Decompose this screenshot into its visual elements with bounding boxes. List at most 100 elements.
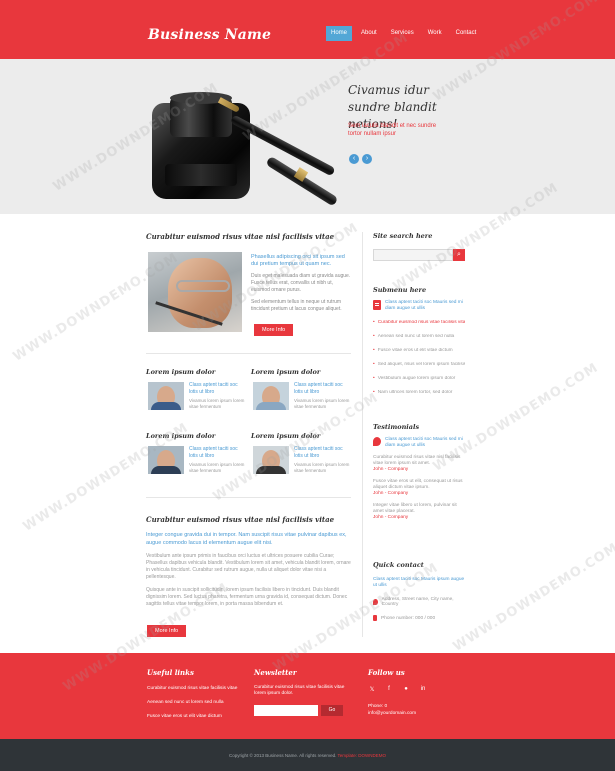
site-footer: Useful links Curabitur euismod risus vit… <box>0 653 615 739</box>
footer-follow: Follow us 𝕏 f ● in Phone: 0 info@yourdom… <box>368 668 427 717</box>
phone-icon <box>373 615 377 621</box>
nav-home[interactable]: Home <box>326 26 353 41</box>
footer-link[interactable]: Fusce vitae eros ut elit vitae dictum <box>147 714 237 719</box>
article-title: Curabitur euismod risus vitae nisl facil… <box>146 515 335 524</box>
testimonial-text: Integer vitae libero ut lorem, pulvinar … <box>373 503 457 514</box>
search-form: ⌕ <box>373 249 465 261</box>
social-links: 𝕏 f ● in <box>368 686 427 693</box>
facebook-icon[interactable]: f <box>385 686 393 693</box>
document-icon <box>373 300 381 310</box>
article-more-button[interactable]: More Info <box>147 625 187 637</box>
watermark: WWW.DOWNDEMO.COM <box>450 540 615 655</box>
testimonial-author[interactable]: John - Company <box>373 515 465 521</box>
copyright: Copyright © 2013 Business Name. All righ… <box>0 753 615 758</box>
testimonial: Curabitur euismod risus vitae nisl facil… <box>373 455 465 473</box>
nav-services[interactable]: Services <box>386 26 419 41</box>
contact-title: Quick contact <box>373 561 424 569</box>
footer-title: Newsletter <box>254 668 297 677</box>
testimonials-block: Testimonials Class aptent taciti soc Mau… <box>373 423 465 521</box>
feature-link[interactable]: Phasellus adipiscing orci sit ipsum sed … <box>251 254 351 268</box>
divider <box>146 353 351 354</box>
article-lead: Integer congue gravida dui in tempor. Na… <box>146 532 347 546</box>
contact-phone-row: Phone number: 000 / 000 <box>373 615 465 621</box>
article-paragraph: Vestibulum ante ipsum primis in faucibus… <box>146 553 351 580</box>
submenu-item[interactable]: Aenean sed nunc ut lorem sed nulla <box>373 334 465 340</box>
mini-link[interactable]: Class aptent taciti soc lotis ut libro <box>189 446 245 459</box>
footer-email[interactable]: info@yourdomain.com <box>368 711 427 718</box>
testimonial-feature: Class aptent taciti soc Mauris sed mi di… <box>373 437 465 449</box>
testimonial-link[interactable]: Class aptent taciti soc Mauris sed mi di… <box>385 437 465 449</box>
submenu-item[interactable]: Sed aliquet, risus vel lorem ipsum facil… <box>373 362 465 368</box>
hero-subtitle: Sem iaculis blandit et nec sundre tortor… <box>348 123 437 137</box>
slider-controls: ‹ › <box>349 154 372 164</box>
newsletter-email-input[interactable] <box>254 705 318 716</box>
contact-link[interactable]: Class aptent taciti soc Mauris ipsum aug… <box>373 577 465 589</box>
submenu-item[interactable]: Curabitur euismod risus vitae facilisis … <box>373 320 465 326</box>
footer-contact: Phone: 0 info@yourdomain.com <box>368 704 427 717</box>
contact-phone: Phone number: 000 / 000 <box>381 615 436 621</box>
footer-title: Follow us <box>368 668 405 677</box>
footer-title: Useful links <box>147 668 194 677</box>
footer-link[interactable]: Curabitur euismod risus vitae facilisis … <box>147 686 237 691</box>
newsletter-form: Go <box>254 705 350 716</box>
quote-icon <box>373 437 381 446</box>
footer-link[interactable]: Aenean sed nunc ut lorem sed nulla <box>147 700 237 705</box>
mini-image <box>253 382 289 410</box>
mini-link[interactable]: Class aptent taciti soc lotis ut libro <box>294 446 350 459</box>
submenu-item[interactable]: Fusce vitae eros ut elit vitae dictum <box>373 348 465 354</box>
mini-item: Lorem ipsum dolor Class aptent taciti so… <box>146 432 246 482</box>
linkedin-icon[interactable]: in <box>419 686 427 693</box>
article-paragraph: Quisque ante in suscipit sollicitudin, l… <box>146 587 348 607</box>
mini-title: Lorem ipsum dolor <box>251 368 321 376</box>
footer-newsletter: Newsletter Curabitur euismod risus vitae… <box>254 668 350 716</box>
template-credit-link[interactable]: Template: DOWNDEMO <box>338 753 387 758</box>
testimonial-author[interactable]: John - Company <box>373 467 465 473</box>
mini-text: Class aptent taciti soc lotis ut libro V… <box>189 446 245 474</box>
footer-useful-links: Useful links Curabitur euismod risus vit… <box>147 668 237 719</box>
mini-text: Class aptent taciti soc lotis ut libro V… <box>294 382 350 410</box>
mini-title: Lorem ipsum dolor <box>146 432 216 440</box>
sidebar: Site search here ⌕ <box>373 232 465 261</box>
contact-address-row: Address, Street name, City name, Country <box>373 597 465 607</box>
mini-link[interactable]: Class aptent taciti soc lotis ut libro <box>189 382 245 395</box>
mini-paragraph: Vivamus lorem ipsum lorem vitae fermentu… <box>294 398 350 409</box>
site-logo[interactable]: Business Name <box>148 27 271 43</box>
submenu-feature: Class aptent taciti soc Mauris sed mi di… <box>373 300 465 312</box>
testimonial: Fusce vitae eros ut elit, consequat ut r… <box>373 479 465 497</box>
mini-image <box>148 446 184 474</box>
testimonials-title: Testimonials <box>373 423 420 431</box>
feature-more-button[interactable]: More Info <box>254 324 294 336</box>
feature-paragraph: Sed elementum tellus in neque ut rutrum … <box>251 299 342 312</box>
submenu-title: Submenu here <box>373 286 427 294</box>
submenu-item[interactable]: Nam ultrices lorem tortor, sed dolor <box>373 390 465 396</box>
mini-image <box>253 446 289 474</box>
chevron-right-icon[interactable]: › <box>362 154 372 164</box>
testimonial-text: Fusce vitae eros ut elit, consequat ut r… <box>373 479 463 490</box>
newsletter-text: Curabitur euismod risus vitae facilisis … <box>254 685 345 696</box>
flickr-icon[interactable]: ● <box>402 686 410 693</box>
testimonial-text: Curabitur euismod risus vitae nisl facil… <box>373 455 461 466</box>
mini-image <box>148 382 184 410</box>
main-nav: Home About Services Work Contact <box>326 26 481 41</box>
search-icon[interactable]: ⌕ <box>453 249 465 261</box>
search-input[interactable] <box>373 249 453 261</box>
divider <box>146 497 351 498</box>
newsletter-submit-button[interactable]: Go <box>321 705 343 716</box>
copyright-text: Copyright © 2013 Business Name. All righ… <box>228 753 337 758</box>
quick-contact-block: Quick contact Class aptent taciti soc Ma… <box>373 561 465 621</box>
twitter-icon[interactable]: 𝕏 <box>368 686 376 693</box>
location-icon <box>373 599 378 605</box>
nav-contact[interactable]: Contact <box>451 26 482 41</box>
testimonial-author[interactable]: John - Company <box>373 491 465 497</box>
submenu-block: Submenu here Class aptent taciti soc Mau… <box>373 286 465 396</box>
submenu-item[interactable]: Vestibulum augue lorem ipsum dolor <box>373 376 465 382</box>
nav-work[interactable]: Work <box>423 26 447 41</box>
nav-about[interactable]: About <box>356 26 382 41</box>
submenu-link[interactable]: Class aptent taciti soc Mauris sed mi di… <box>385 300 465 312</box>
chevron-left-icon[interactable]: ‹ <box>349 154 359 164</box>
bottom-bar: Copyright © 2013 Business Name. All righ… <box>0 739 615 771</box>
mini-title: Lorem ipsum dolor <box>251 432 321 440</box>
site-header: Business Name Home About Services Work C… <box>0 0 615 59</box>
mini-link[interactable]: Class aptent taciti soc lotis ut libro <box>294 382 350 395</box>
sidebar-divider <box>362 232 363 637</box>
